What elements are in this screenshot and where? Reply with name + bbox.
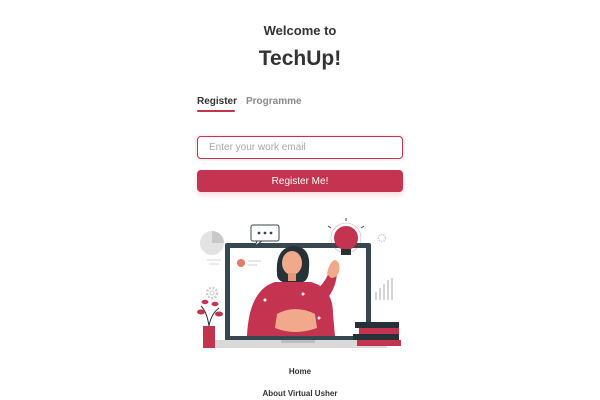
video-call-illustration-icon (197, 218, 401, 348)
footer-home-link[interactable]: Home (0, 367, 600, 376)
landing-page: Welcome to TechUp! Register Programme Re… (0, 0, 600, 400)
bar-chart-icon (375, 278, 393, 300)
gear-icon (205, 286, 219, 300)
speech-bubble-icon (250, 224, 280, 248)
welcome-heading: Welcome to (263, 23, 337, 38)
footer-about-link[interactable]: About Virtual Usher (0, 389, 600, 398)
register-button[interactable]: Register Me! (197, 170, 403, 192)
small-gear-icon (377, 233, 387, 243)
tab-programme[interactable]: Programme (246, 96, 302, 107)
pie-chart-icon (200, 231, 224, 265)
email-field[interactable] (197, 136, 403, 159)
books-icon (353, 322, 401, 346)
brand-title: TechUp! (258, 47, 342, 70)
tab-register[interactable]: Register (197, 96, 237, 107)
active-tab-indicator (197, 110, 235, 112)
